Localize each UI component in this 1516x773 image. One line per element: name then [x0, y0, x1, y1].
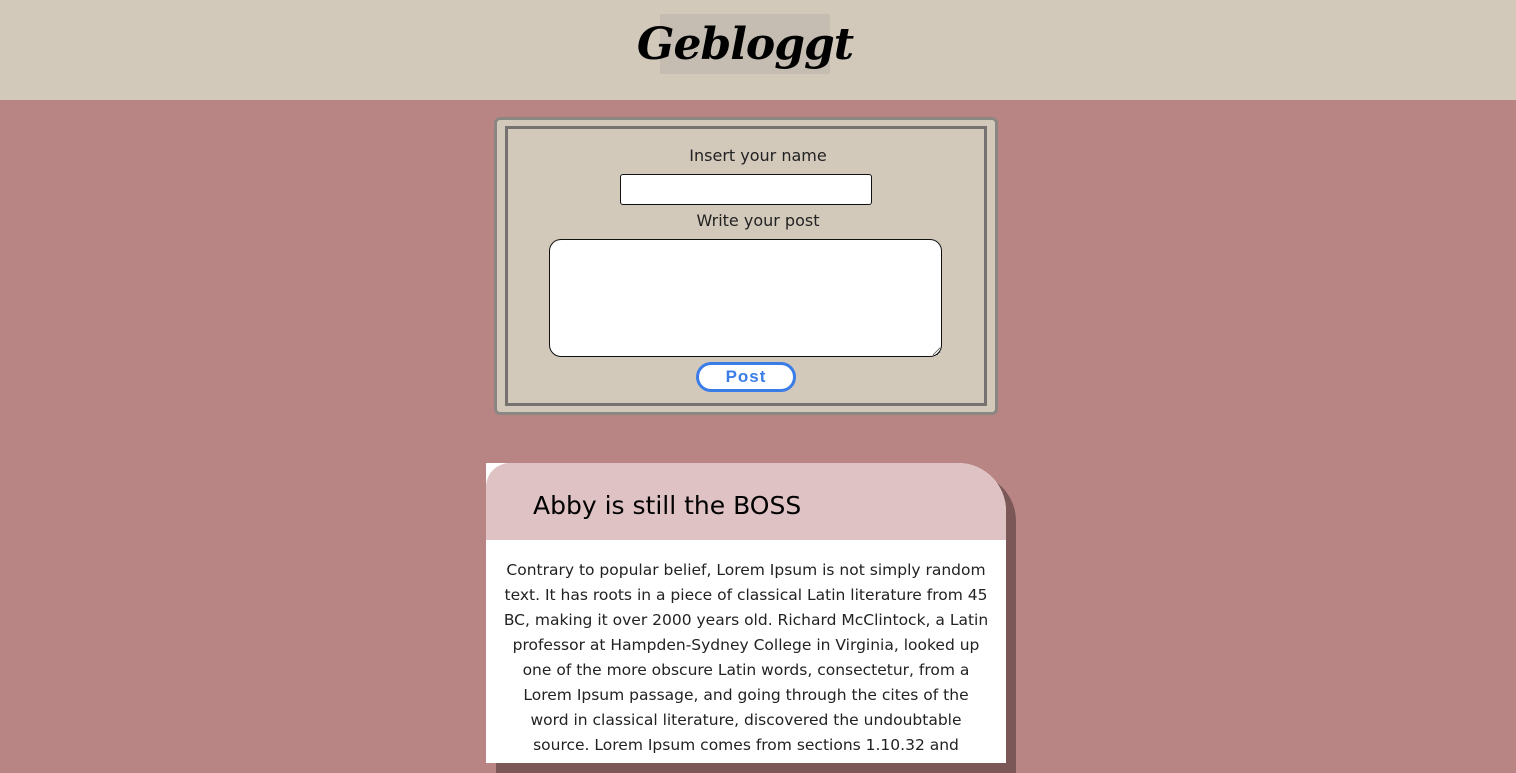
post-title: Abby is still the BOSS	[533, 491, 802, 520]
site-header: Gebloggt	[0, 0, 1516, 100]
post-card: Abby is still the BOSS Contrary to popul…	[486, 463, 1006, 763]
post-button[interactable]: Post	[696, 362, 796, 392]
post-body: Contrary to popular belief, Lorem Ipsum …	[503, 561, 989, 763]
post-label: Write your post	[696, 211, 820, 230]
site-logo[interactable]: Gebloggt	[637, 14, 854, 74]
post-textarea[interactable]	[549, 239, 942, 357]
name-label: Insert your name	[689, 146, 827, 165]
post-card-header: Abby is still the BOSS	[486, 463, 1006, 540]
name-input[interactable]	[620, 174, 872, 205]
